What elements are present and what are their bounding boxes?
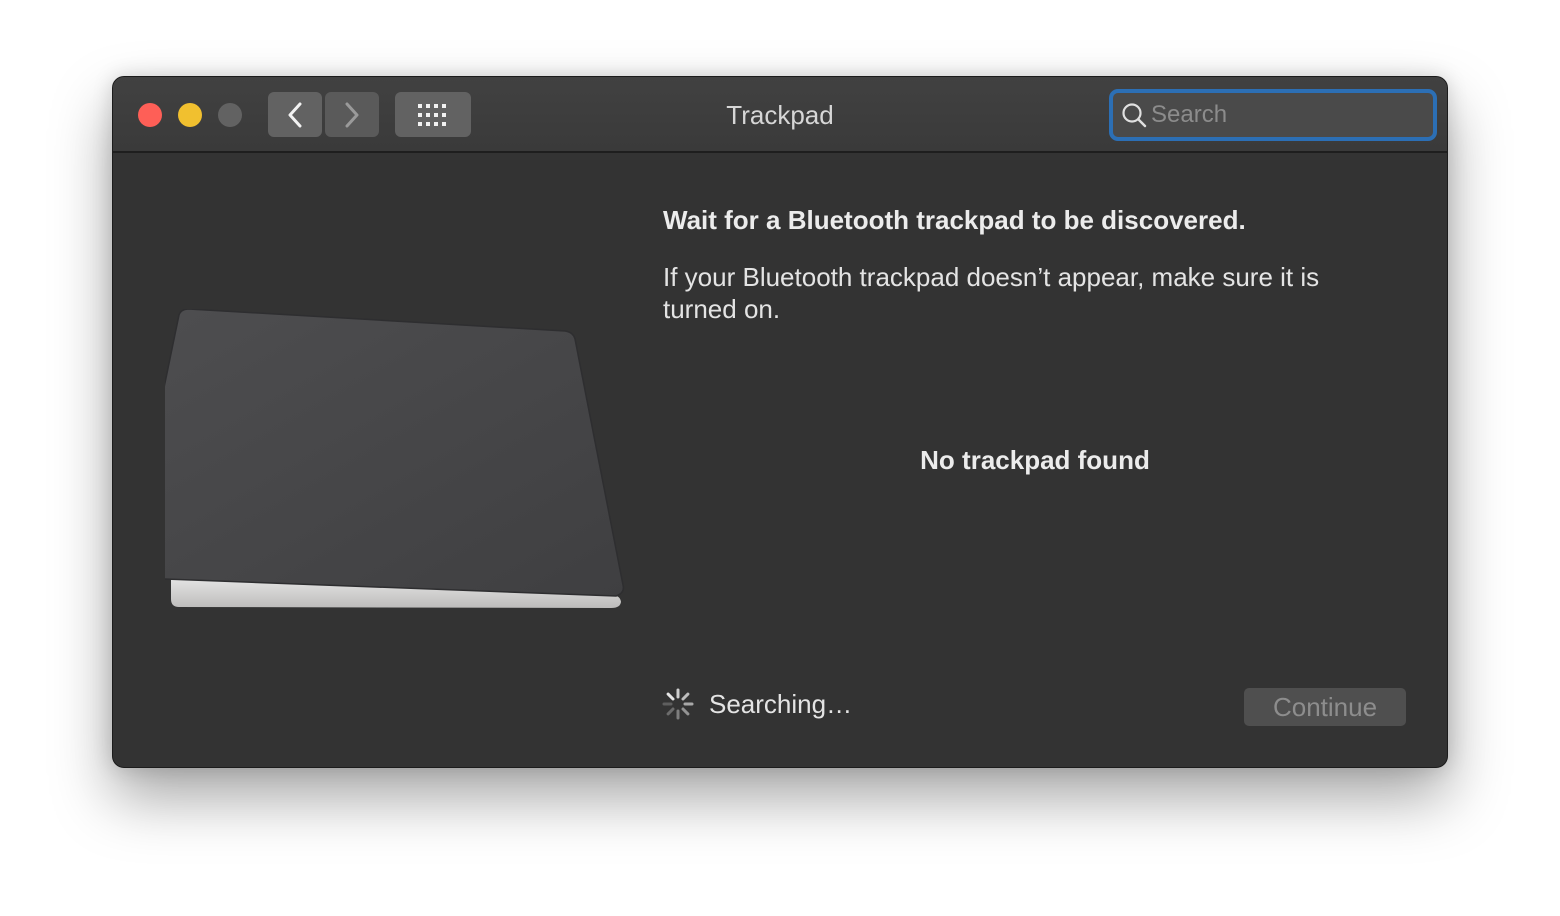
search-input[interactable] xyxy=(1151,101,1421,129)
search-field[interactable] xyxy=(1109,89,1437,141)
search-icon xyxy=(1122,103,1147,128)
searching-label: Searching… xyxy=(709,688,853,719)
spinner-icon xyxy=(662,688,694,720)
preferences-window: Trackpad Wait for a Bluetooth trackpad t… xyxy=(112,76,1448,768)
instruction-text: If your Bluetooth trackpad doesn’t appea… xyxy=(663,262,1320,324)
instruction-heading: Wait for a Bluetooth trackpad to be disc… xyxy=(663,205,1246,235)
title-bar: Trackpad xyxy=(113,77,1447,153)
empty-state-label: No trackpad found xyxy=(920,445,1150,475)
searching-status: Searching… xyxy=(661,687,852,721)
trackpad-illustration xyxy=(165,309,625,608)
continue-button[interactable]: Continue xyxy=(1244,688,1406,726)
